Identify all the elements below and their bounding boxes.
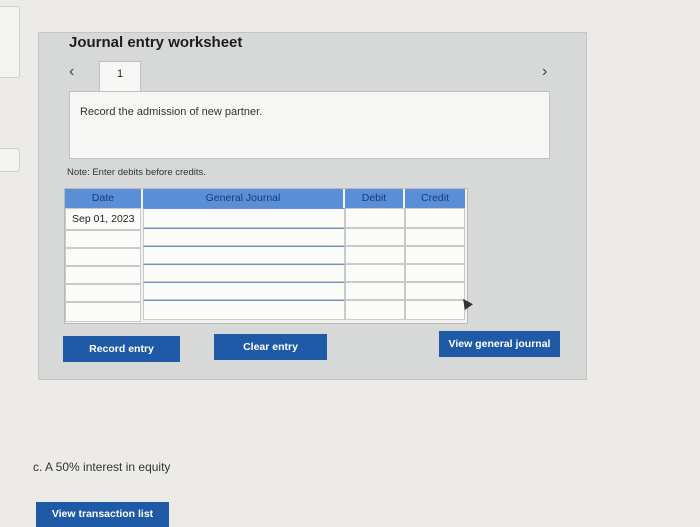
instruction-box: Record the admission of new partner.: [69, 91, 550, 159]
credit-cell[interactable]: [405, 228, 465, 246]
date-cell[interactable]: [65, 248, 141, 266]
record-entry-button[interactable]: Record entry: [63, 336, 180, 362]
account-cell[interactable]: [143, 208, 345, 228]
credit-cell[interactable]: [405, 282, 465, 300]
clear-entry-button[interactable]: Clear entry: [214, 334, 327, 360]
credit-cell[interactable]: [405, 246, 465, 264]
account-cell[interactable]: [143, 264, 345, 282]
view-general-journal-button[interactable]: View general journal: [439, 331, 560, 357]
date-cell[interactable]: Sep 01, 2023: [65, 208, 141, 230]
credit-cell[interactable]: [405, 208, 465, 228]
date-cell[interactable]: [65, 230, 141, 248]
journal-entry-worksheet: Journal entry worksheet ‹ 1 › Record the…: [38, 32, 587, 380]
part-c-label: c. A 50% interest in equity: [33, 460, 171, 474]
header-credit: Credit: [405, 189, 465, 208]
credit-cell[interactable]: [405, 264, 465, 282]
header-general-journal: General Journal: [143, 189, 343, 208]
view-transaction-list-button[interactable]: View transaction list: [36, 502, 169, 527]
chevron-left-icon[interactable]: ‹: [69, 63, 74, 81]
left-edge-tab: [0, 6, 20, 78]
account-cell[interactable]: [143, 300, 345, 320]
header-debit: Debit: [345, 189, 403, 208]
tab-1[interactable]: 1: [99, 61, 141, 92]
header-date: Date: [65, 189, 141, 208]
left-edge-tab: [0, 148, 20, 172]
date-value: Sep 01, 2023: [72, 213, 135, 225]
account-cell[interactable]: [143, 246, 345, 264]
account-cell[interactable]: [143, 282, 345, 300]
account-cell[interactable]: [143, 228, 345, 246]
worksheet-title: Journal entry worksheet: [69, 34, 243, 51]
date-cell[interactable]: [65, 266, 141, 284]
credit-cell[interactable]: [405, 300, 465, 320]
note-text: Note: Enter debits before credits.: [67, 167, 206, 178]
journal-table: Date General Journal Debit Credit Sep 01…: [64, 188, 468, 324]
debit-cell[interactable]: [345, 282, 405, 300]
debit-cell[interactable]: [345, 246, 405, 264]
debit-cell[interactable]: [345, 228, 405, 246]
date-cell[interactable]: [65, 302, 141, 322]
debit-cell[interactable]: [345, 264, 405, 282]
instruction-text: Record the admission of new partner.: [80, 106, 263, 118]
debit-cell[interactable]: [345, 208, 405, 228]
debit-cell[interactable]: [345, 300, 405, 320]
chevron-right-icon[interactable]: ›: [542, 63, 547, 81]
date-cell[interactable]: [65, 284, 141, 302]
